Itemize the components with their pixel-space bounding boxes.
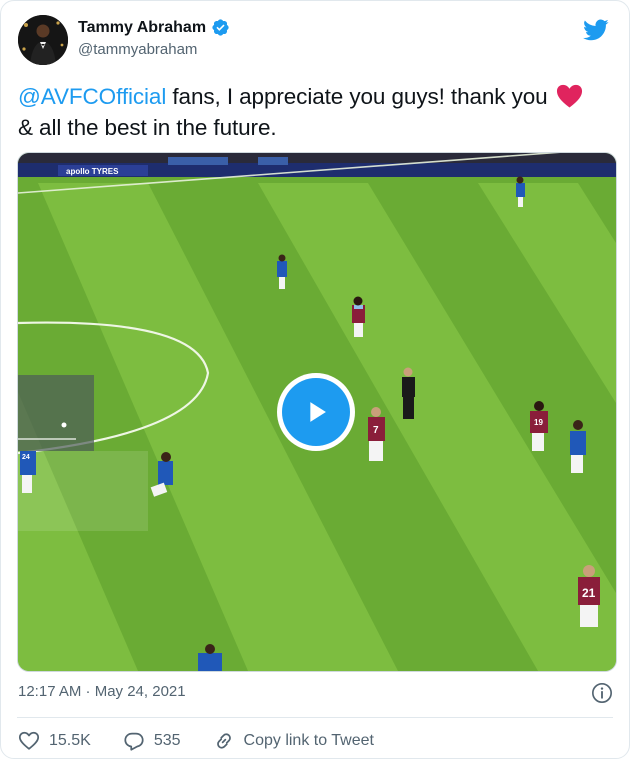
link-icon — [216, 733, 231, 749]
play-icon — [310, 402, 326, 422]
display-name[interactable]: Tammy Abraham — [78, 19, 206, 37]
video-player[interactable]: apollo TYRES 24 7 19 21 — [17, 152, 617, 672]
action-bar: 15.5K 535 Copy link to Tweet — [18, 730, 406, 752]
copy-link-button[interactable]: Copy link to Tweet — [213, 730, 374, 752]
tweet-card: Tammy Abraham @tammyabraham @AVFCOfficia… — [0, 0, 630, 759]
tweet-text-line2: & all the best in the future. — [18, 115, 277, 140]
tweet-header: Tammy Abraham @tammyabraham — [18, 15, 615, 65]
heart-emoji-icon — [556, 84, 582, 108]
tweet-text-line1: fans, I appreciate you guys! thank you — [166, 84, 548, 109]
shirt-number-19: 19 — [534, 418, 543, 427]
tweet-text: @AVFCOfficial fans, I appreciate you guy… — [18, 81, 618, 143]
avatar[interactable] — [18, 15, 68, 65]
handle[interactable]: @tammyabraham — [78, 41, 230, 58]
info-icon[interactable] — [591, 682, 613, 704]
reply-count: 535 — [153, 732, 181, 749]
twitter-logo-icon[interactable] — [581, 17, 611, 43]
verified-badge-icon — [212, 19, 229, 36]
like-count: 15.5K — [49, 732, 91, 749]
divider — [17, 717, 613, 718]
timestamp[interactable]: 12:17 AM · May 24, 2021 — [18, 683, 186, 700]
ad-board-text: apollo TYRES — [66, 167, 119, 176]
shirt-number-7: 7 — [373, 425, 379, 436]
shirt-number-24: 24 — [22, 454, 30, 461]
shirt-number-21: 21 — [582, 586, 596, 600]
heart-icon — [18, 731, 40, 750]
reply-icon — [124, 732, 144, 751]
copy-link-label: Copy link to Tweet — [243, 732, 374, 749]
mention-link[interactable]: @AVFCOfficial — [18, 84, 166, 109]
like-button[interactable]: 15.5K — [18, 730, 91, 752]
play-button[interactable] — [277, 373, 355, 451]
reply-button[interactable]: 535 — [123, 730, 181, 752]
author-block: Tammy Abraham @tammyabraham — [78, 18, 230, 58]
